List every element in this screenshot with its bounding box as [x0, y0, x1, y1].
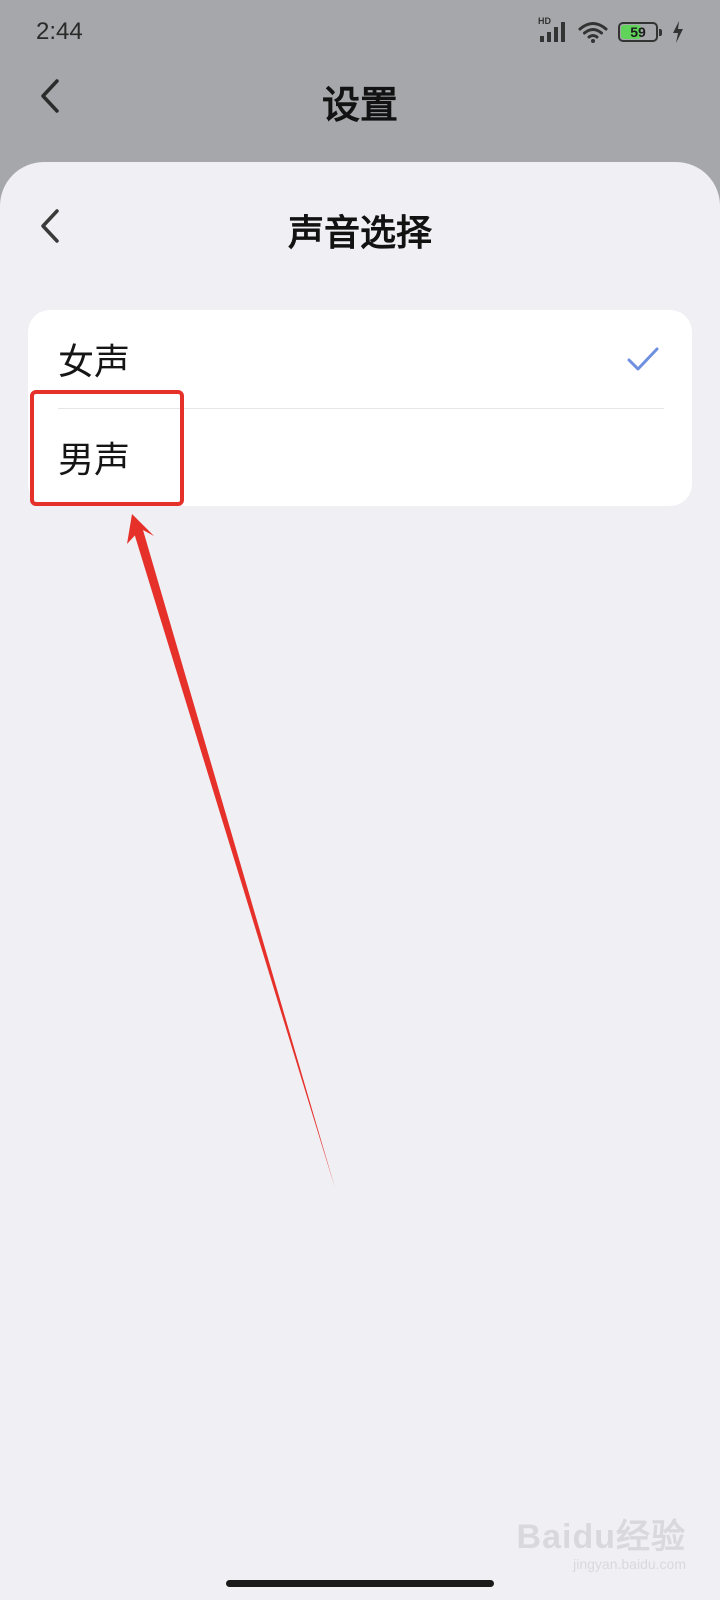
status-icons: HD 59: [538, 16, 684, 44]
status-bar: 2:44 HD 59: [0, 0, 720, 64]
sheet-title: 声音选择: [287, 213, 432, 254]
battery-icon: 59: [618, 22, 662, 42]
watermark-logo: Baidu经验 jingyan.baidu.com: [517, 1509, 686, 1572]
watermark-url: jingyan.baidu.com: [573, 1556, 686, 1572]
home-indicator[interactable]: [226, 1580, 494, 1587]
background-page-title: 设置: [321, 83, 398, 127]
battery-level: 59: [630, 24, 646, 40]
sheet-header: 声音选择: [0, 162, 720, 292]
status-time: 2:44: [36, 18, 83, 45]
voice-selection-sheet: 声音选择 女声 男声: [0, 162, 720, 1600]
annotation-highlight-box: [30, 390, 184, 506]
signal-icon: HD: [538, 16, 568, 44]
checkmark-icon: [627, 347, 659, 371]
background-header: 设置: [0, 64, 720, 164]
charging-icon: [672, 21, 684, 43]
wifi-icon: [578, 20, 608, 44]
watermark-brand: Baidu经验: [516, 1518, 686, 1556]
option-label: 女声: [58, 342, 131, 383]
